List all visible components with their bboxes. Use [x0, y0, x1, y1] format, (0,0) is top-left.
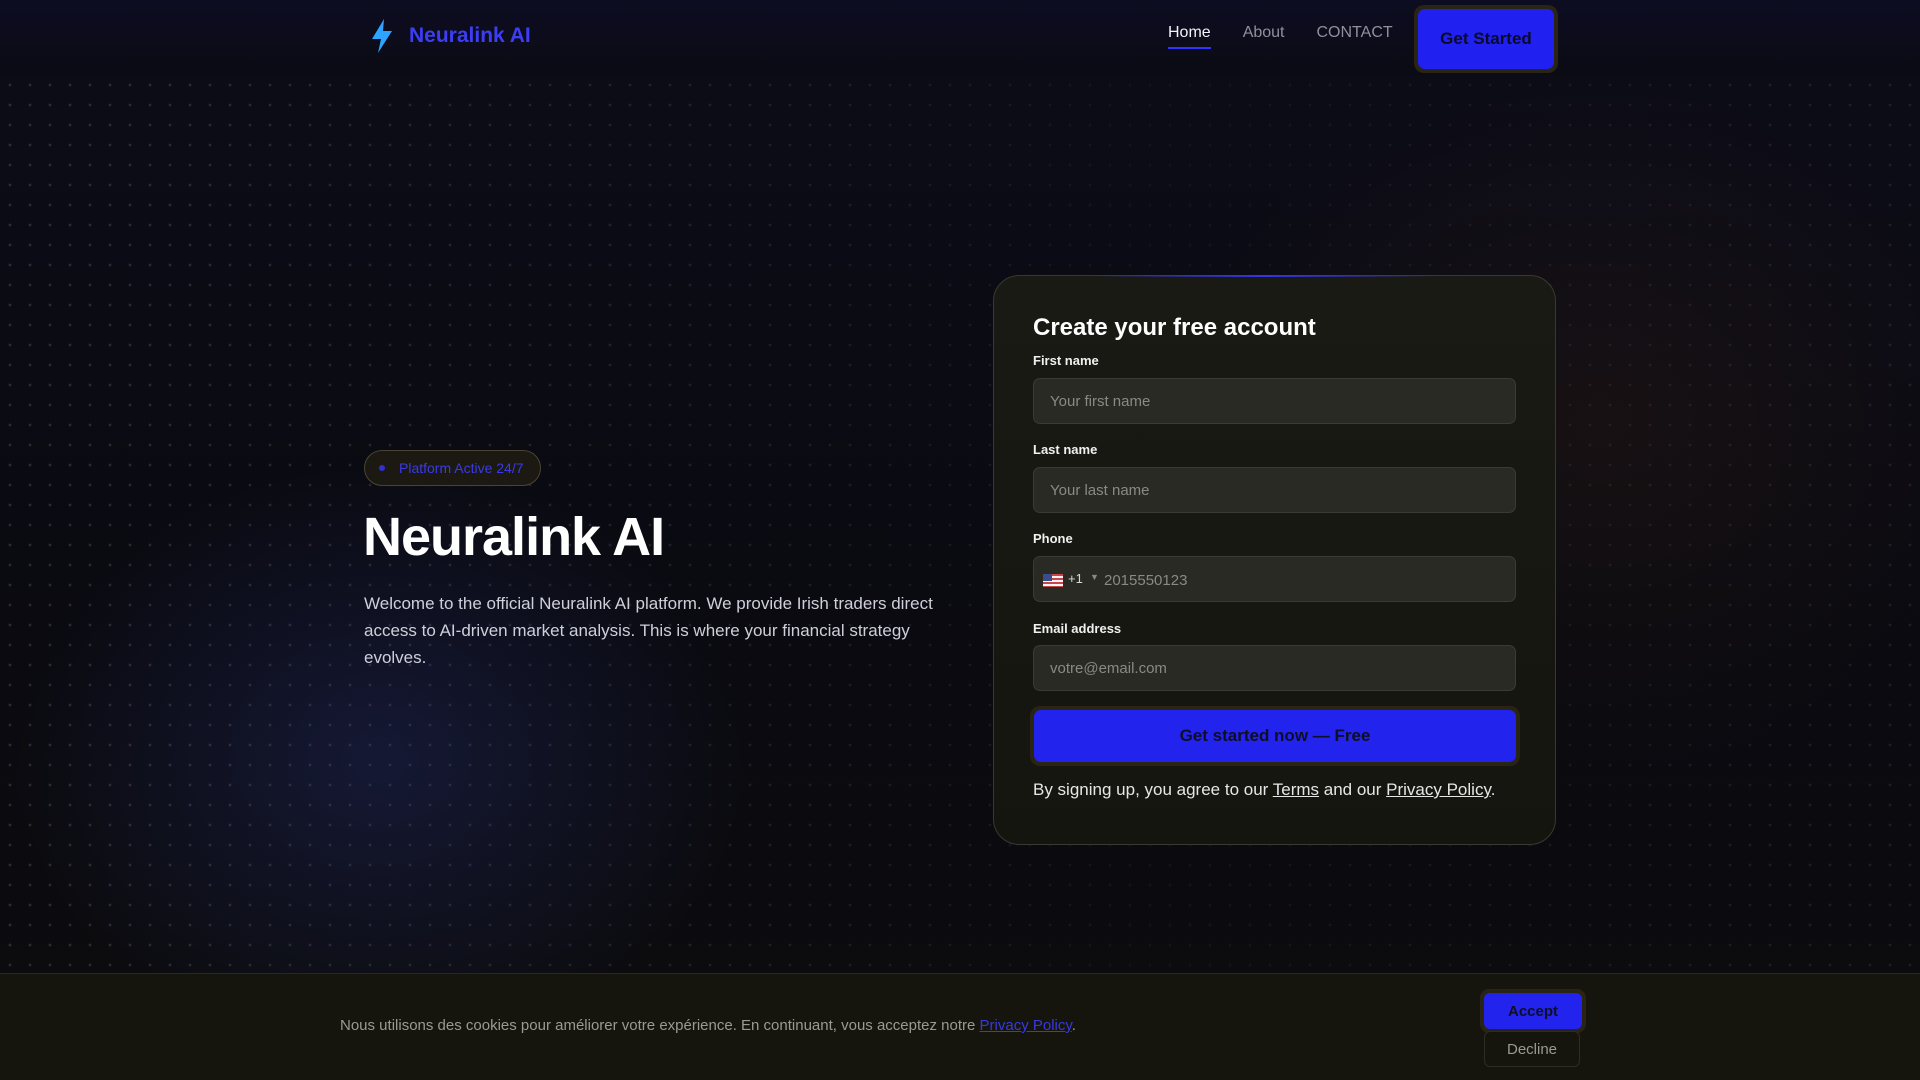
get-started-button[interactable]: Get Started — [1418, 9, 1554, 69]
accept-cookies-button[interactable]: Accept — [1484, 993, 1582, 1029]
terms-prefix: By signing up, you agree to our — [1033, 780, 1273, 799]
terms-link[interactable]: Terms — [1273, 780, 1319, 799]
cookie-message: Nous utilisons des cookies pour améliore… — [340, 1017, 1076, 1034]
signup-form-card: Create your free account First name Last… — [993, 275, 1556, 845]
status-dot-icon — [379, 465, 385, 471]
signup-form-title: Create your free account — [1033, 314, 1316, 341]
phone-field: +1 ▼ — [1033, 556, 1516, 602]
chevron-down-icon[interactable]: ▼ — [1090, 572, 1099, 582]
last-name-input[interactable] — [1033, 467, 1516, 513]
terms-notice: By signing up, you agree to our Terms an… — [1033, 780, 1495, 800]
hero-description: Welcome to the official Neuralink AI pla… — [364, 594, 933, 667]
privacy-policy-link[interactable]: Privacy Policy — [1386, 780, 1491, 799]
nav-link-contact[interactable]: CONTACT — [1317, 24, 1393, 49]
status-badge: Platform Active 24/7 — [364, 450, 541, 486]
accept-button-frame: Accept — [1480, 989, 1586, 1033]
phone-label: Phone — [1033, 531, 1073, 546]
dot-grid-background — [0, 75, 1920, 975]
nav-cta-frame: Get Started — [1414, 5, 1558, 73]
terms-middle: and our — [1319, 780, 1387, 799]
cookie-suffix: . — [1071, 1017, 1076, 1034]
brand-name: Neuralink AI — [409, 24, 531, 47]
status-badge-label: Platform Active 24/7 — [399, 460, 524, 476]
email-label: Email address — [1033, 621, 1122, 636]
card-top-accent — [1094, 275, 1434, 277]
terms-suffix: . — [1490, 780, 1496, 799]
nav-link-about[interactable]: About — [1243, 24, 1285, 49]
submit-button[interactable]: Get started now — Free — [1034, 710, 1516, 762]
hero-title: Neuralink AI — [363, 507, 665, 567]
nav-links: Home About CONTACT — [1168, 24, 1425, 49]
top-navigation: Neuralink AI Home About CONTACT Get Star… — [0, 0, 1920, 75]
decline-cookies-button[interactable]: Decline — [1484, 1031, 1580, 1067]
dial-code[interactable]: +1 — [1068, 571, 1083, 586]
us-flag-icon[interactable] — [1043, 574, 1063, 587]
last-name-label: Last name — [1033, 442, 1098, 457]
nav-link-home[interactable]: Home — [1168, 24, 1211, 49]
cookie-privacy-link[interactable]: Privacy Policy — [980, 1017, 1072, 1034]
first-name-label: First name — [1033, 353, 1099, 368]
email-input[interactable] — [1033, 645, 1516, 691]
submit-button-frame: Get started now — Free — [1030, 706, 1520, 766]
cookie-text: Nous utilisons des cookies pour améliore… — [340, 1017, 980, 1034]
cookie-banner: Nous utilisons des cookies pour améliore… — [0, 973, 1920, 1080]
brand-logo[interactable]: Neuralink AI — [368, 18, 531, 54]
lightning-bolt-icon — [372, 19, 392, 53]
first-name-input[interactable] — [1033, 378, 1516, 424]
phone-input[interactable] — [1104, 565, 1504, 595]
